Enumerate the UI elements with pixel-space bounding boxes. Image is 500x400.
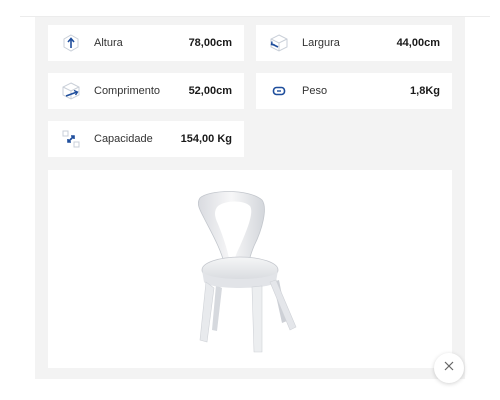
arrow-up-icon bbox=[60, 32, 82, 54]
spec-label-peso: Peso bbox=[302, 85, 328, 97]
spec-value-peso: 1,8Kg bbox=[410, 85, 440, 97]
spec-label-capacidade: Capacidade bbox=[94, 133, 153, 145]
width-box-icon bbox=[268, 32, 290, 54]
spec-value-largura: 44,00cm bbox=[396, 37, 440, 49]
spec-label-comprimento: Comprimento bbox=[94, 85, 161, 97]
spec-card-peso: Peso 1,8Kg bbox=[256, 73, 452, 109]
spec-value-capacidade: 154,00 Kg bbox=[180, 133, 232, 145]
capacity-arrows-icon bbox=[60, 128, 82, 150]
chair-image bbox=[197, 191, 297, 353]
close-icon bbox=[443, 359, 455, 377]
length-box-icon bbox=[60, 80, 82, 102]
spec-label-altura: Altura bbox=[94, 37, 123, 49]
weight-icon bbox=[268, 80, 290, 102]
close-button[interactable] bbox=[434, 353, 464, 383]
spec-card-comprimento: Comprimento 52,00cm bbox=[48, 73, 244, 109]
spec-card-altura: Altura 78,00cm bbox=[48, 25, 244, 61]
spec-card-largura: Largura 44,00cm bbox=[256, 25, 452, 61]
spec-card-capacidade: Capacidade 154,00 Kg bbox=[48, 121, 244, 157]
spec-value-comprimento: 52,00cm bbox=[188, 85, 232, 97]
spec-value-altura: 78,00cm bbox=[188, 37, 232, 49]
spec-label-largura: Largura bbox=[302, 37, 340, 49]
